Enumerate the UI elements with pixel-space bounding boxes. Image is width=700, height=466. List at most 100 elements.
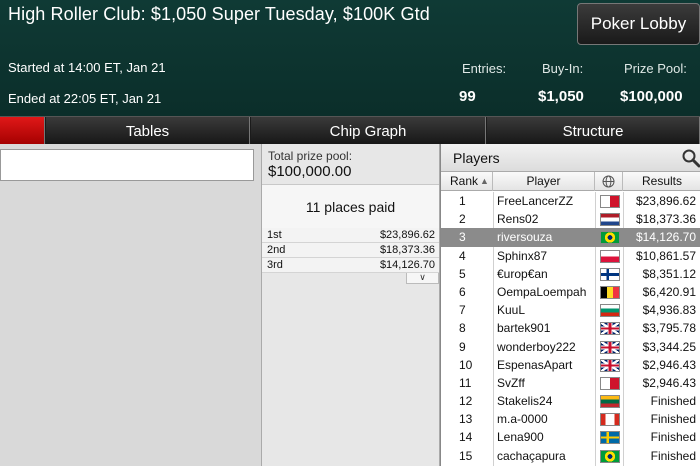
player-result: Finished: [650, 412, 696, 427]
prize-panel: Total prize pool: $100,000.00 11 places …: [261, 144, 440, 466]
left-panel: [0, 144, 261, 466]
player-result: $3,344.25: [642, 339, 696, 354]
payout-row: 3rd $14,126.70: [262, 258, 439, 273]
players-header: Players: [441, 144, 700, 172]
player-result: $2,946.43: [642, 375, 696, 390]
start-time: Started at 14:00 ET, Jan 21: [8, 60, 166, 75]
lithuania-flag-icon: [600, 395, 620, 409]
buyin-label: Buy-In:: [542, 61, 584, 76]
end-time: Ended at 22:05 ET, Jan 21: [8, 91, 162, 106]
uk-flag-icon: [600, 322, 620, 336]
player-rank: 6: [459, 284, 466, 299]
player-row[interactable]: 1 FreeLancerZZ $23,896.62: [441, 192, 700, 210]
player-row[interactable]: 9 wonderboy222 $3,344.25: [441, 338, 700, 356]
player-row[interactable]: 2 Rens02 $18,373.36: [441, 210, 700, 228]
players-title: Players: [453, 150, 500, 166]
prizepool-value: $100,000: [620, 88, 683, 105]
players-column-header: Rank ▲ Player Results: [441, 172, 700, 191]
player-row[interactable]: 10 EspenasApart $2,946.43: [441, 356, 700, 374]
player-result: Finished: [650, 448, 696, 463]
results-column-header[interactable]: Results: [623, 172, 700, 191]
player-row[interactable]: 3 riversouza $14,126.70: [441, 228, 700, 247]
player-rank: 3: [459, 230, 466, 245]
entries-label: Entries:: [462, 61, 507, 76]
buyin-value: $1,050: [538, 88, 584, 105]
player-name: €urop€an: [497, 266, 548, 281]
player-result: $4,936.83: [642, 303, 696, 318]
player-rank: 9: [459, 339, 466, 354]
player-row[interactable]: 12 Stakelis24 Finished: [441, 392, 700, 410]
player-rank: 7: [459, 303, 466, 318]
tab-active[interactable]: [0, 117, 45, 145]
total-prize-value: $100,000.00: [268, 163, 352, 180]
entries-value: 99: [459, 88, 476, 105]
payout-place: 3rd: [267, 259, 283, 271]
expand-payouts-icon[interactable]: ∨: [406, 273, 439, 284]
payout-place: 2nd: [267, 244, 286, 256]
player-rank: 2: [459, 212, 466, 227]
country-column-header[interactable]: [595, 172, 623, 191]
globe-icon: [602, 175, 615, 188]
player-rank: 1: [459, 194, 466, 208]
payout-row: 2nd $18,373.36: [262, 243, 439, 258]
player-column-header[interactable]: Player: [493, 172, 595, 191]
player-name: SvZff: [497, 375, 525, 390]
poker-lobby-button[interactable]: Poker Lobby: [577, 3, 700, 45]
players-panel: Players Rank ▲ Player Results 1 FreeLance…: [440, 144, 700, 466]
netherlands-flag-icon: [600, 213, 620, 227]
malta-flag-icon: [600, 376, 620, 390]
player-rank: 11: [459, 375, 472, 390]
player-result: $18,373.36: [635, 212, 696, 227]
player-row[interactable]: 6 OempaLoempah $6,420.91: [441, 283, 700, 301]
tab-tables[interactable]: Tables: [46, 117, 250, 145]
tab-chip-graph[interactable]: Chip Graph: [251, 117, 486, 145]
player-rank: 10: [459, 357, 473, 372]
player-rank: 13: [459, 412, 473, 427]
player-row[interactable]: 7 KuuL $4,936.83: [441, 301, 700, 319]
player-rank: 8: [459, 321, 466, 336]
player-row[interactable]: 8 bartek901 $3,795.78: [441, 319, 700, 337]
players-list: 1 FreeLancerZZ $23,896.62 2 Rens02 $18,373.36…: [441, 192, 700, 465]
player-name: Rens02: [497, 212, 539, 227]
rank-column-header[interactable]: Rank ▲: [441, 172, 493, 191]
places-paid: 11 places paid: [262, 184, 439, 229]
player-rank: 15: [459, 448, 473, 463]
tournament-header: High Roller Club: $1,050 Super Tuesday, …: [0, 0, 700, 116]
rank-header-label: Rank: [450, 174, 479, 188]
player-rank: 14: [459, 430, 473, 445]
tournament-title: High Roller Club: $1,050 Super Tuesday, …: [8, 4, 430, 24]
player-result: $6,420.91: [642, 284, 696, 299]
prizepool-label: Prize Pool:: [624, 61, 687, 76]
payout-amount: $18,373.36: [379, 244, 435, 256]
player-name: OempaLoempah: [497, 284, 587, 299]
player-row[interactable]: 15 cachaçapura Finished: [441, 447, 700, 465]
belgium-flag-icon: [600, 285, 620, 299]
player-name: EspenasApart: [497, 357, 573, 372]
malta-flag-icon: [600, 195, 620, 208]
sort-asc-icon: ▲: [480, 176, 489, 186]
player-name: riversouza: [497, 230, 553, 245]
player-row[interactable]: 11 SvZff $2,946.43: [441, 374, 700, 392]
tab-structure[interactable]: Structure: [487, 117, 700, 145]
player-row[interactable]: 4 Sphinx87 $10,861.57: [441, 247, 700, 265]
player-row[interactable]: 13 m.a-0000 Finished: [441, 410, 700, 428]
uk-flag-icon: [600, 358, 620, 372]
player-name: wonderboy222: [497, 339, 576, 354]
search-input[interactable]: [0, 149, 254, 181]
player-row[interactable]: 14 Lena900 Finished: [441, 428, 700, 446]
player-result: $14,126.70: [635, 230, 696, 245]
brazil-flag-icon: [600, 231, 620, 245]
total-prize-label: Total prize pool:: [268, 149, 353, 163]
player-name: Stakelis24: [497, 394, 553, 409]
player-name: Sphinx87: [497, 248, 548, 263]
player-rank: 12: [459, 394, 473, 409]
player-result: $2,946.43: [642, 357, 696, 372]
player-name: cachaçapura: [497, 448, 566, 463]
player-rank: 4: [459, 248, 466, 263]
search-icon[interactable]: [681, 148, 700, 168]
player-result: Finished: [650, 394, 696, 409]
player-name: Lena900: [497, 430, 544, 445]
uk-flag-icon: [600, 340, 620, 354]
sweden-flag-icon: [600, 431, 620, 445]
player-row[interactable]: 5 €urop€an $8,351.12: [441, 265, 700, 283]
